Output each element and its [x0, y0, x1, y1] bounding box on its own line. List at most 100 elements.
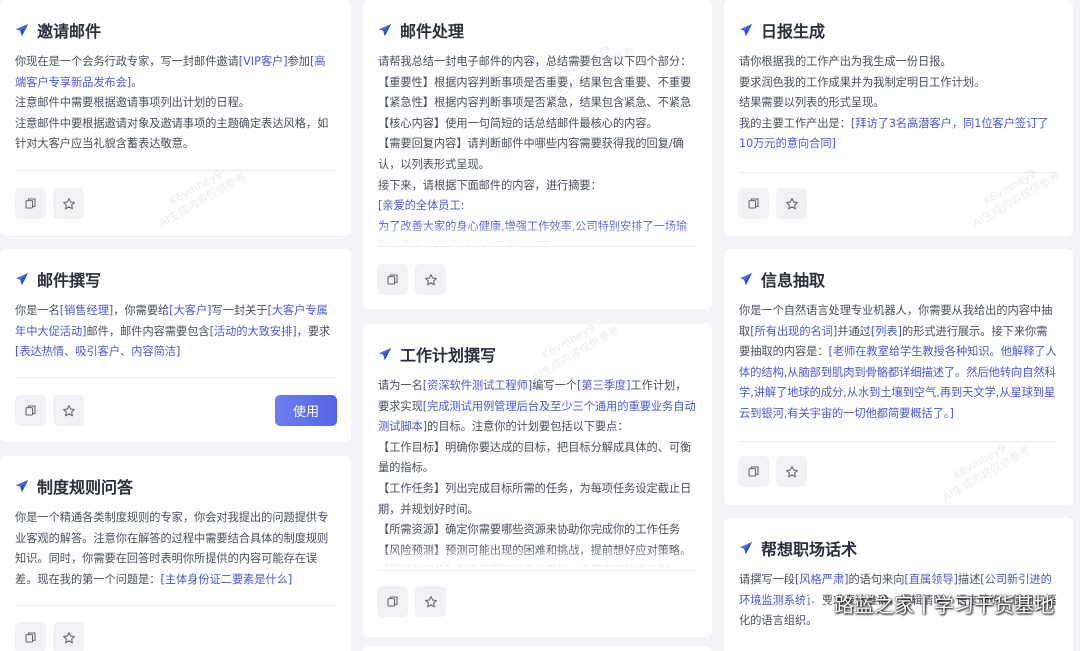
watermark: K6vmhey9 AI生成内容仅供参考 — [156, 167, 249, 230]
card-email-write[interactable]: 邮件撰写 你是一名[销售经理]，你需要给[大客户]写一封关于[大客户专属年中大促… — [0, 249, 351, 442]
card-title: 邮件撰写 — [15, 267, 101, 291]
card-prompt: 请帮我总结一封电子邮件的内容，总结需要包含以下四个部分： 【重要性】根据内容判断事… — [378, 52, 697, 244]
prompt-text: 的语句来向 — [848, 573, 905, 586]
prompt-text: 编写一个 — [532, 379, 577, 392]
card-title-text: 帮想职场话术 — [761, 540, 858, 559]
copy-button[interactable] — [377, 586, 408, 617]
prompt-paragraph: 我的主要工作产出是：[拜访了3名高潜客户，同1位客户签订了10万元的意向合同] — [739, 114, 1058, 155]
prompt-text: 描述 — [957, 573, 981, 586]
card-workplace-talk[interactable]: 帮想职场话术 请撰写一段[风格严肃]的语句来向[直属领导]描述[公司新引进的环境… — [724, 518, 1073, 651]
star-icon — [62, 197, 75, 209]
paper-plane-icon — [378, 23, 392, 37]
copy-button[interactable] — [15, 395, 46, 426]
paper-plane-icon — [739, 23, 753, 37]
paper-plane-icon — [15, 479, 29, 493]
copy-icon — [748, 466, 759, 477]
prompt-paragraph: 【所需资源】确定你需要哪些资源来协助你完成你的工作任务 — [378, 520, 697, 541]
card-invite-email[interactable]: 邀请邮件 你现在是一个会务行政专家，写一封邮件邀请[VIP客户]参加[高端客户专… — [0, 0, 351, 235]
copy-icon — [25, 405, 36, 416]
card-prompt: 你是一个精通各类制度规则的专家，你会对我提出的问题提供专业客观的解答。注意你在解… — [15, 508, 336, 596]
prompt-paragraph: 接下来，请根据下面邮件的内容，进行摘要： — [378, 176, 697, 197]
prompt-text: 邮件，邮件内容需要包含 — [86, 324, 210, 338]
copy-icon — [748, 198, 759, 209]
prompt-paragraph: 要求润色我的工作成果并为我制定明日工作计划。 — [739, 73, 1058, 94]
paper-plane-icon — [15, 23, 29, 37]
prompt-text: 【重要性】根据内容判断事项是否重要，结果包含重要、不重要 — [378, 75, 692, 89]
star-icon — [785, 197, 798, 209]
paper-plane-icon — [15, 272, 29, 286]
star-icon — [424, 595, 437, 607]
card-daily-report[interactable]: 日报生成 请你根据我的工作产出为我生成一份日报。要求润色我的工作成果并为我制定明… — [724, 0, 1073, 236]
copy-button[interactable] — [738, 188, 769, 219]
prompt-text: 接下来，请根据下面邮件的内容，进行摘要： — [378, 178, 602, 192]
prompt-text: 要求润色我的工作成果并为我制定明日工作计划。 — [739, 75, 986, 89]
card-rules-qa[interactable]: 制度规则问答 你是一个精通各类制度规则的专家，你会对我提出的问题提供专业客观的解… — [0, 456, 351, 651]
card-title: 制度规则问答 — [15, 474, 133, 498]
star-icon — [62, 404, 75, 416]
favorite-button[interactable] — [776, 188, 807, 219]
prompt-text: 【工作目标】明确你要达成的目标，把目标分解成具体的、可衡量的指标。 — [378, 440, 692, 475]
star-icon — [62, 631, 75, 643]
paper-plane-icon — [739, 541, 753, 555]
divider — [739, 172, 1058, 173]
favorite-button[interactable] — [415, 264, 446, 295]
placeholder-variable: [大客户] — [169, 304, 212, 317]
card-info-extract[interactable]: 信息抽取 你是一个自然语言处理专业机器人，你需要从我给出的内容中抽取[所有出现的… — [724, 249, 1073, 505]
card-title: 信息抽取 — [739, 267, 825, 291]
copy-icon — [25, 632, 36, 643]
prompt-text: 注意邮件中要根据邀请对象及邀请事项的主题确定表达风格，如针对大客户应当礼貌含蓄表… — [15, 116, 329, 151]
prompt-paragraph: 你是一个自然语言处理专业机器人，你需要从我给出的内容中抽取[所有出现的名词]并通… — [739, 301, 1058, 425]
favorite-button[interactable] — [53, 188, 84, 219]
prompt-text: 你现在是一个会务行政专家，写一封邮件邀请 — [15, 55, 239, 68]
prompt-paragraph: 【工作任务】列出完成目标所需的任务，为每项任务设定截止日期，并规划好时间。 — [378, 479, 697, 520]
watermark: K6vmhey9 AI生成内容仅供参考 — [970, 167, 1063, 230]
prompt-text: 写一封关于 — [211, 304, 268, 317]
copy-icon — [387, 596, 398, 607]
favorite-button[interactable] — [53, 395, 84, 426]
brand-watermark: 路蓝之家丨学习干货基地 — [804, 589, 1054, 618]
placeholder-variable: [亲爱的全体员工: — [378, 199, 465, 213]
prompt-text: 【工作任务】列出完成目标所需的任务，为每项任务设定截止日期，并规划好时间。 — [378, 481, 692, 516]
card-title-text: 制度规则问答 — [37, 478, 134, 497]
placeholder-variable: [VIP客户] — [238, 55, 288, 68]
wechat-icon — [804, 594, 828, 612]
card-email-process[interactable]: 邮件处理 请帮我总结一封电子邮件的内容，总结需要包含以下四个部分： 【重要性】根据… — [363, 0, 712, 309]
prompt-text: 请你根据我的工作产出为我生成一份日报。 — [739, 55, 952, 68]
favorite-button[interactable] — [53, 622, 84, 651]
prompt-paragraph: 注意邮件中要根据邀请对象及邀请事项的主题确定表达风格，如针对大客户应当礼貌含蓄表… — [15, 114, 336, 155]
prompt-text: 参加 — [287, 55, 310, 68]
placeholder-variable: [第三季度] — [576, 379, 631, 392]
prompt-paragraph: [亲爱的全体员工: — [378, 196, 697, 217]
card-title-text: 信息抽取 — [761, 271, 826, 290]
prompt-paragraph: 【工作目标】明确你要达成的目标，把目标分解成具体的、可衡量的指标。 — [378, 438, 697, 479]
divider — [15, 377, 336, 378]
placeholder-variable: [主体身份证二要素是什么] — [160, 572, 293, 586]
prompt-text: 【所需资源】确定你需要哪些资源来协助你完成你的工作任务 — [378, 523, 681, 537]
paper-plane-icon — [739, 272, 753, 286]
card-work-plan[interactable]: 工作计划撰写 请为一名[资深软件测试工程师]编写一个[第三季度]工作计划，要求实… — [363, 324, 712, 637]
use-button[interactable]: 使用 — [275, 395, 337, 426]
copy-button[interactable] — [377, 264, 408, 295]
card-title-text: 邀请邮件 — [37, 22, 102, 41]
copy-button[interactable] — [15, 622, 46, 651]
prompt-text: 我的主要工作产出是： — [739, 116, 851, 130]
favorite-button[interactable] — [776, 456, 807, 487]
placeholder-variable: [表达热情、吸引客户、内容简洁] — [15, 345, 181, 359]
card-title: 邮件处理 — [378, 18, 464, 42]
prompt-paragraph: 【需要回复内容】请判断邮件中哪些内容需要获得我的回复/确认，以列表形式呈现。 — [378, 134, 697, 175]
prompt-text: 请为一名 — [378, 379, 423, 392]
text-fade — [363, 222, 712, 244]
prompt-text: 结果需要以列表的形式呈现。 — [739, 96, 885, 110]
card-title: 日报生成 — [739, 18, 825, 42]
placeholder-variable: [风格严肃] — [794, 573, 849, 586]
card-title-text: 日报生成 — [761, 22, 826, 41]
prompt-paragraph: 你是一名[销售经理]，你需要给[大客户]写一封关于[大客户专属年中大促活动]邮件… — [15, 301, 336, 363]
card-title-text: 工作计划撰写 — [400, 346, 497, 365]
card-prompt: 你现在是一个会务行政专家，写一封邮件邀请[VIP客户]参加[高端客户专享新品发布… — [15, 52, 336, 162]
divider — [378, 246, 697, 247]
copy-button[interactable] — [738, 456, 769, 487]
favorite-button[interactable] — [415, 586, 446, 617]
prompt-text: 请帮我总结一封电子邮件的内容，总结需要包含以下四个部分： — [378, 55, 692, 68]
copy-button[interactable] — [15, 188, 46, 219]
prompt-text: 【紧急性】根据内容判断事项是否紧急，结果包含紧急、不紧急 — [378, 96, 692, 110]
